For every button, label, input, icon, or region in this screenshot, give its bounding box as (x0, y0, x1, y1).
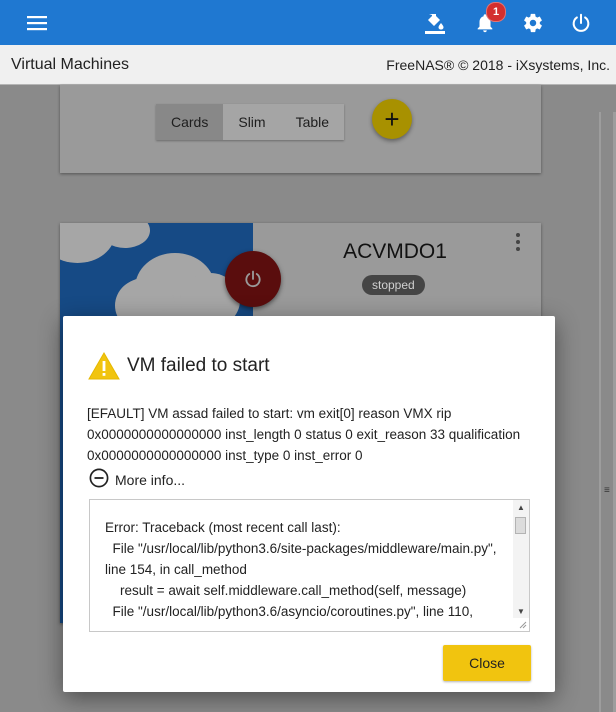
view-toolbar-card: Cards Slim Table + (60, 85, 541, 173)
traceback-scrollbar[interactable]: ▲ ▼ (513, 500, 529, 618)
vm-power-button[interactable] (225, 251, 281, 307)
dialog-header: VM failed to start (88, 352, 270, 380)
theme-button[interactable] (413, 0, 457, 45)
resize-grip-icon[interactable] (519, 621, 527, 629)
scrollbar-grip: ≡ (604, 485, 610, 496)
more-vert-icon (516, 233, 520, 237)
vm-options-menu-button[interactable] (516, 233, 522, 251)
error-dialog: VM failed to start [EFAULT] VM assad fai… (63, 316, 555, 692)
vm-status-badge: stopped (362, 275, 425, 295)
notifications-button[interactable]: 1 (463, 0, 507, 45)
page-header: Virtual Machines FreeNAS® © 2018 - iXsys… (0, 45, 616, 85)
gear-icon (524, 13, 542, 32)
traceback-textarea[interactable]: Error: Traceback (most recent call last)… (89, 499, 530, 632)
menu-icon (27, 15, 47, 30)
plus-icon: + (384, 103, 400, 134)
top-app-bar: 1 (0, 0, 616, 45)
view-toggle-group: Cards Slim Table (156, 104, 345, 140)
error-message: [EFAULT] VM assad failed to start: vm ex… (87, 406, 521, 463)
vm-name: ACVMDO1 (343, 240, 447, 263)
notification-badge: 1 (486, 2, 506, 22)
more-info-toggle[interactable]: More info... (89, 468, 185, 488)
scroll-down-arrow-icon: ▼ (517, 607, 525, 616)
view-toggle-cards[interactable]: Cards (156, 104, 224, 140)
more-info-label: More info... (115, 471, 186, 488)
add-vm-button[interactable]: + (372, 99, 412, 139)
power-button[interactable] (559, 0, 603, 45)
traceback-scroll-thumb[interactable] (515, 517, 526, 534)
close-button[interactable]: Close (443, 645, 531, 681)
paint-bucket-icon (425, 13, 445, 34)
scroll-up-arrow-icon: ▲ (517, 503, 525, 512)
page-scrollbar[interactable] (599, 112, 616, 712)
dialog-title: VM failed to start (127, 355, 270, 376)
power-icon (245, 270, 261, 288)
view-toggle-table[interactable]: Table (281, 104, 344, 140)
traceback-text: Error: Traceback (most recent call last)… (105, 520, 497, 619)
page-title: Virtual Machines (11, 56, 129, 73)
menu-button[interactable] (15, 0, 59, 45)
power-icon (572, 13, 590, 32)
copyright-text: FreeNAS® © 2018 - iXsystems, Inc. (386, 57, 610, 73)
warning-icon (88, 352, 120, 380)
settings-button[interactable] (511, 0, 555, 45)
view-toggle-slim[interactable]: Slim (223, 104, 280, 140)
minus-circle-icon (89, 468, 109, 488)
